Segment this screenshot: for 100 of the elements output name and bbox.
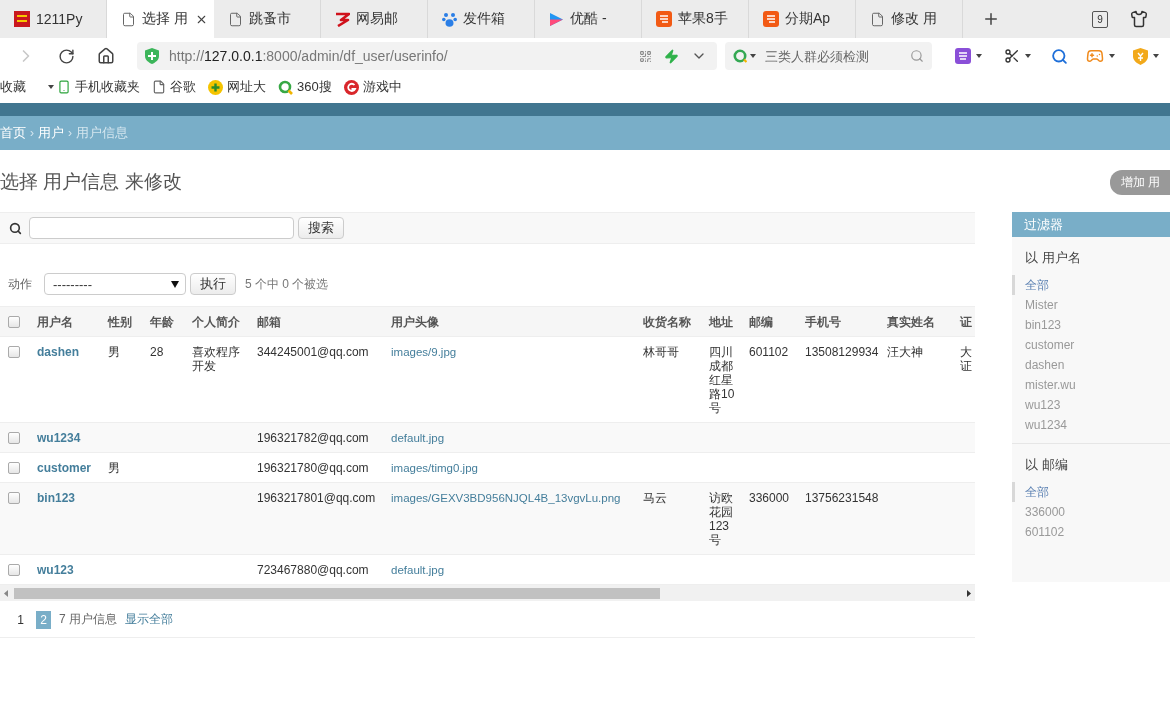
lightning-icon[interactable] (664, 48, 679, 64)
home-icon[interactable] (97, 47, 115, 65)
caret-icon[interactable] (48, 85, 54, 89)
tile-icon[interactable] (955, 48, 971, 64)
avatar-link[interactable]: default.jpg (391, 564, 445, 576)
table-cell: 1963217801@qq.com (257, 491, 376, 505)
caret-icon[interactable] (1153, 54, 1159, 58)
column-header[interactable]: 性别 (108, 315, 132, 329)
browser-tab[interactable]: 选择 用 (107, 0, 214, 38)
run-button[interactable]: 执行 (190, 273, 236, 295)
table-cell: 喜欢程序开发 (192, 345, 240, 373)
username-link[interactable]: dashen (37, 345, 79, 359)
selection-counter: 5 个中 0 个被选 (245, 275, 329, 293)
shield-icon (145, 48, 159, 64)
tile-icon (656, 11, 672, 27)
column-header[interactable]: 地址 (709, 315, 733, 329)
caret-icon[interactable] (1109, 54, 1115, 58)
page-icon (870, 11, 885, 27)
search-input[interactable] (29, 217, 294, 239)
address-field[interactable]: http://127.0.0.1:8000/admin/df_user/userinfo/ (137, 42, 717, 70)
table-cell: 马云 (643, 491, 667, 505)
qr-code-icon[interactable] (639, 49, 652, 63)
bookmark-item[interactable]: 游戏中 (343, 78, 402, 96)
row-checkbox[interactable] (8, 346, 20, 358)
tab-count-button[interactable]: 9 (1092, 10, 1108, 28)
page-number[interactable]: 1 (13, 610, 28, 629)
page-title: 选择 用户信息 来修改 (0, 170, 182, 194)
row-checkbox[interactable] (8, 492, 20, 504)
column-header[interactable]: 收货名称 (643, 315, 691, 329)
filter-option[interactable]: 全部 (1012, 275, 1170, 295)
reload-icon[interactable] (58, 47, 75, 65)
shirt-icon[interactable] (1130, 10, 1148, 28)
filter-title: 过滤器 (1012, 212, 1170, 237)
scissors-icon[interactable] (1004, 48, 1020, 64)
magnifier-icon (278, 79, 293, 95)
avatar-link[interactable]: images/timg0.jpg (391, 462, 478, 474)
table-cell: 汪大神 (887, 345, 923, 359)
search-icon[interactable] (1051, 47, 1068, 65)
column-header[interactable]: 年龄 (150, 315, 174, 329)
table-cell: 344245001@qq.com (257, 345, 369, 359)
show-all-link[interactable]: 显示全部 (125, 611, 173, 628)
phone-icon (57, 80, 71, 94)
select-all-checkbox[interactable] (8, 316, 20, 328)
column-header[interactable]: 证 (960, 315, 972, 329)
table-cell: 196321780@qq.com (257, 461, 369, 475)
column-header[interactable]: 用户头像 (391, 315, 439, 329)
column-header[interactable]: 个人简介 (192, 315, 240, 329)
bookmark-item[interactable]: 网址大 (208, 78, 266, 96)
username-link[interactable]: wu123 (37, 563, 74, 577)
bookmark-item[interactable]: 收藏 (0, 78, 54, 96)
action-select[interactable]: --------- (44, 273, 186, 295)
column-header[interactable]: 真实姓名 (887, 315, 935, 329)
avatar-link[interactable]: default.jpg (391, 432, 445, 444)
arrow-right-icon[interactable] (967, 589, 971, 597)
new-tab-icon[interactable] (982, 10, 1000, 28)
column-header[interactable]: 手机号 (805, 315, 841, 329)
shield-icon[interactable] (1133, 47, 1148, 65)
page-icon (152, 80, 166, 94)
paw-icon (442, 11, 457, 27)
table-cell: 723467880@qq.com (257, 563, 369, 577)
gamepad-icon[interactable] (1086, 47, 1104, 65)
search-field[interactable]: 三类人群必须检测 (725, 42, 932, 70)
column-header[interactable]: 用户名 (37, 315, 73, 329)
row-checkbox[interactable] (8, 564, 20, 576)
scrollbar-track[interactable] (0, 585, 975, 601)
table-cell: 28 (150, 345, 164, 359)
result-count: 7 用户信息 (59, 611, 117, 628)
username-link[interactable]: wu1234 (37, 431, 81, 445)
filter-heading: 以 用户名 (1024, 249, 1082, 267)
bookmark-item[interactable]: 手机收藏夹 (57, 78, 140, 96)
row-checkbox[interactable] (8, 432, 20, 444)
arrow-left-icon[interactable] (4, 589, 8, 597)
search-icon (9, 221, 22, 235)
search-button[interactable]: 搜索 (298, 217, 344, 239)
search-icon[interactable] (910, 49, 924, 63)
page-icon (228, 11, 243, 27)
url-text: http://127.0.0.1:8000/admin/df_user/userinfo/ (169, 48, 448, 64)
filter-option[interactable]: 全部 (1012, 482, 1170, 502)
scrollbar-thumb[interactable] (14, 587, 660, 599)
plus-circle-icon (208, 79, 223, 95)
username-link[interactable]: bin123 (37, 491, 75, 505)
avatar-link[interactable]: images/9.jpg (391, 346, 457, 358)
table-cell: 196321782@qq.com (257, 431, 369, 445)
avatar-link[interactable]: images/GEXV3BD956NJQL4B_13vgvLu.png (391, 492, 621, 504)
tile-icon (763, 11, 779, 27)
caret-icon[interactable] (976, 54, 982, 58)
username-link[interactable]: customer (37, 461, 92, 475)
bookmark-item[interactable]: 360搜 (278, 78, 332, 96)
table-cell: 336000 (749, 491, 790, 505)
caret-icon[interactable] (750, 54, 756, 58)
breadcrumb-current: 用户信息 (76, 124, 128, 142)
bookmark-item[interactable]: 谷歌 (152, 78, 196, 96)
table-cell: 林哥哥 (643, 345, 679, 359)
row-checkbox[interactable] (8, 462, 20, 474)
app-icon (14, 11, 30, 27)
column-header[interactable]: 邮箱 (257, 315, 281, 329)
filter-heading: 以 邮编 (1024, 456, 1069, 474)
column-header[interactable]: 邮编 (749, 315, 773, 329)
caret-icon[interactable] (1025, 54, 1031, 58)
play-icon (549, 11, 564, 27)
